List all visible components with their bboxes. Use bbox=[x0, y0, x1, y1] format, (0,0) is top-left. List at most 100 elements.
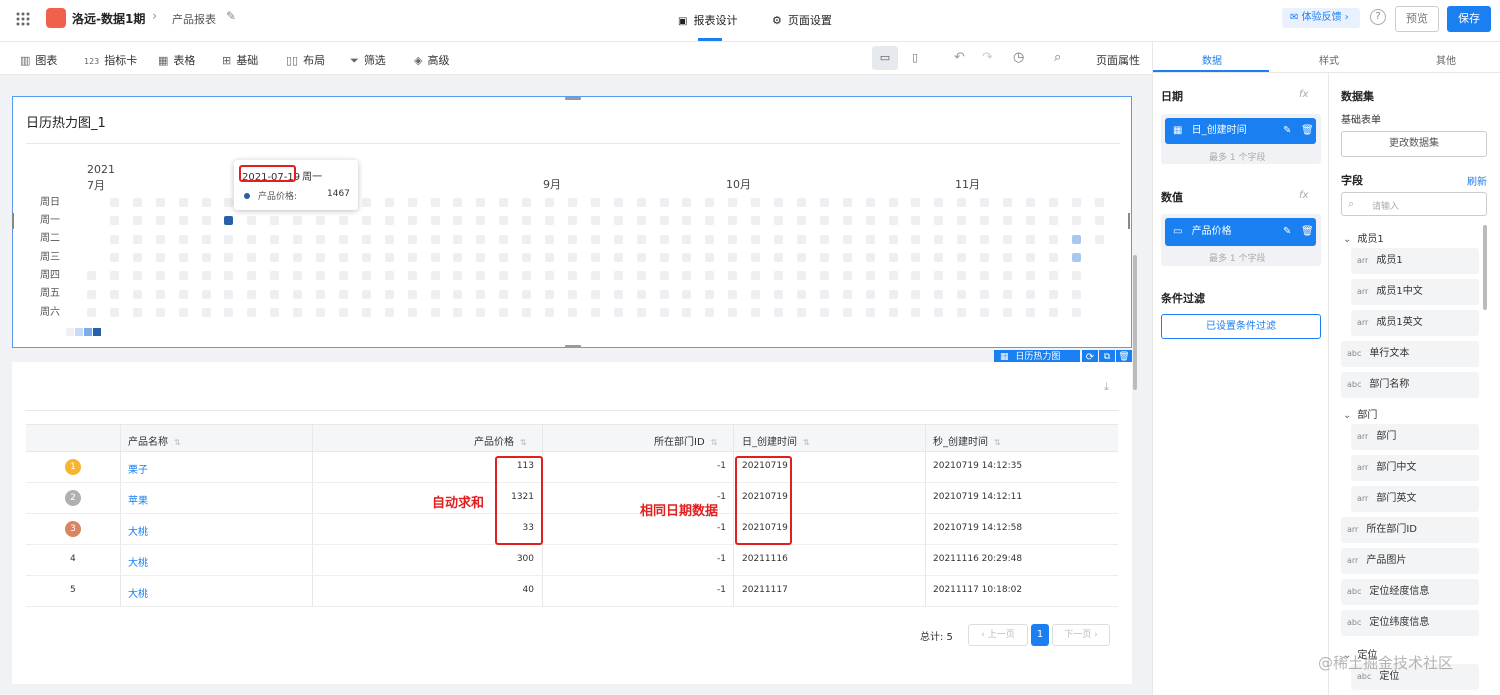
table-row[interactable]: 5 大桃 40 -1 20211117 20211117 10:18:02 bbox=[26, 576, 1118, 607]
heatmap-day-cell[interactable] bbox=[385, 308, 394, 317]
heatmap-day-cell[interactable] bbox=[247, 290, 256, 299]
heatmap-day-cell[interactable] bbox=[408, 271, 417, 280]
desktop-view-button[interactable]: ▭ bbox=[872, 46, 898, 70]
heatmap-day-cell[interactable] bbox=[431, 253, 440, 262]
edit-icon[interactable]: ✎ bbox=[1283, 118, 1291, 144]
heatmap-day-cell[interactable] bbox=[110, 290, 119, 299]
heatmap-day-cell[interactable] bbox=[728, 216, 737, 225]
heatmap-day-cell[interactable] bbox=[476, 253, 485, 262]
heatmap-day-cell[interactable] bbox=[339, 235, 348, 244]
heatmap-day-cell[interactable] bbox=[179, 235, 188, 244]
heatmap-day-cell[interactable] bbox=[339, 308, 348, 317]
heatmap-day-cell[interactable] bbox=[889, 253, 898, 262]
condition-filter-button[interactable]: 已设置条件过滤 bbox=[1161, 314, 1321, 339]
heatmap-day-cell[interactable] bbox=[568, 290, 577, 299]
redo-icon[interactable]: ↷ bbox=[982, 50, 993, 65]
heatmap-day-cell[interactable] bbox=[499, 308, 508, 317]
heatmap-day-cell[interactable] bbox=[568, 235, 577, 244]
heatmap-day-cell[interactable] bbox=[705, 290, 714, 299]
heatmap-day-cell[interactable] bbox=[751, 198, 760, 207]
heatmap-day-cell[interactable] bbox=[522, 290, 531, 299]
change-dataset-button[interactable]: 更改数据集 bbox=[1341, 131, 1487, 157]
toolbar-indicator[interactable]: 123 指标卡 bbox=[84, 52, 137, 68]
heatmap-day-cell[interactable] bbox=[751, 271, 760, 280]
heatmap-day-cell[interactable] bbox=[408, 290, 417, 299]
mobile-view-icon[interactable]: ▯ bbox=[912, 51, 918, 64]
heatmap-day-cell[interactable] bbox=[156, 235, 165, 244]
save-button[interactable]: 保存 bbox=[1447, 6, 1491, 32]
heatmap-day-cell[interactable] bbox=[797, 290, 806, 299]
undo-icon[interactable]: ↶ bbox=[954, 50, 965, 65]
heatmap-day-cell[interactable] bbox=[179, 271, 188, 280]
field-item[interactable]: arr 产品图片 bbox=[1341, 548, 1479, 574]
heatmap-day-cell[interactable] bbox=[476, 235, 485, 244]
heatmap-day-cell[interactable] bbox=[980, 253, 989, 262]
heatmap-day-cell[interactable] bbox=[889, 198, 898, 207]
heatmap-day-cell[interactable] bbox=[1049, 216, 1058, 225]
heatmap-day-cell[interactable] bbox=[270, 308, 279, 317]
heatmap-day-cell[interactable] bbox=[866, 271, 875, 280]
heatmap-day-cell[interactable] bbox=[1049, 271, 1058, 280]
heatmap-day-cell[interactable] bbox=[614, 271, 623, 280]
header-dept-id[interactable]: 所在部门ID ⇅ bbox=[654, 433, 717, 448]
heatmap-day-cell[interactable] bbox=[705, 308, 714, 317]
heatmap-day-cell[interactable] bbox=[362, 216, 371, 225]
heatmap-day-cell[interactable] bbox=[820, 198, 829, 207]
heatmap-day-cell[interactable] bbox=[797, 253, 806, 262]
heatmap-day-cell[interactable] bbox=[545, 271, 554, 280]
heatmap-day-cell[interactable] bbox=[362, 198, 371, 207]
heatmap-day-cell[interactable] bbox=[431, 235, 440, 244]
edit-icon[interactable]: ✎ bbox=[226, 9, 236, 23]
heatmap-day-cell[interactable] bbox=[408, 216, 417, 225]
heatmap-day-cell[interactable] bbox=[1049, 290, 1058, 299]
delete-icon[interactable]: 🗑 bbox=[1301, 118, 1314, 144]
field-item[interactable]: arr 成员1英文 bbox=[1351, 310, 1479, 336]
heatmap-day-cell[interactable] bbox=[293, 308, 302, 317]
heatmap-day-cell[interactable] bbox=[1072, 253, 1081, 262]
heatmap-day-cell[interactable] bbox=[637, 253, 646, 262]
heatmap-day-cell[interactable] bbox=[1003, 235, 1012, 244]
heatmap-day-cell[interactable] bbox=[934, 290, 943, 299]
field-search-input[interactable]: ⌕ 请输入 bbox=[1341, 192, 1487, 216]
heatmap-day-cell[interactable] bbox=[316, 271, 325, 280]
field-item[interactable]: abc 定位纬度信息 bbox=[1341, 610, 1479, 636]
heatmap-day-cell[interactable] bbox=[751, 235, 760, 244]
heatmap-day-cell[interactable] bbox=[522, 198, 531, 207]
date-field-chip[interactable]: ▦ 日_创建时间 ✎ 🗑 bbox=[1165, 118, 1316, 144]
heatmap-day-cell[interactable] bbox=[362, 290, 371, 299]
heatmap-day-cell[interactable] bbox=[224, 308, 233, 317]
heatmap-day-cell[interactable] bbox=[751, 308, 760, 317]
heatmap-day-cell[interactable] bbox=[522, 308, 531, 317]
heatmap-day-cell[interactable] bbox=[522, 271, 531, 280]
toolbar-layout[interactable]: ▯▯ 布局 bbox=[286, 52, 325, 68]
heatmap-day-cell[interactable] bbox=[499, 253, 508, 262]
heatmap-day-cell[interactable] bbox=[202, 253, 211, 262]
field-item[interactable]: arr 所在部门ID bbox=[1341, 517, 1479, 543]
heatmap-day-cell[interactable] bbox=[476, 216, 485, 225]
heatmap-day-cell[interactable] bbox=[866, 290, 875, 299]
refresh-link[interactable]: 刷新 bbox=[1467, 173, 1487, 188]
heatmap-day-cell[interactable] bbox=[156, 253, 165, 262]
heatmap-day-cell[interactable] bbox=[1026, 308, 1035, 317]
heatmap-day-cell[interactable] bbox=[431, 271, 440, 280]
heatmap-day-cell[interactable] bbox=[499, 198, 508, 207]
heatmap-day-cell[interactable] bbox=[843, 216, 852, 225]
heatmap-day-cell[interactable] bbox=[1026, 198, 1035, 207]
heatmap-day-cell[interactable] bbox=[1049, 198, 1058, 207]
heatmap-day-cell[interactable] bbox=[316, 253, 325, 262]
page-properties-button[interactable]: 页面属性 bbox=[1096, 52, 1140, 68]
heatmap-day-cell[interactable] bbox=[247, 308, 256, 317]
heatmap-day-cell[interactable] bbox=[682, 216, 691, 225]
heatmap-day-cell[interactable] bbox=[889, 235, 898, 244]
download-icon[interactable]: ⤓ bbox=[1104, 380, 1109, 394]
table-row[interactable]: 4 大桃 300 -1 20211116 20211116 20:29:48 bbox=[26, 545, 1118, 576]
heatmap-day-cell[interactable] bbox=[682, 253, 691, 262]
heatmap-day-cell[interactable] bbox=[224, 253, 233, 262]
heatmap-day-cell[interactable] bbox=[545, 235, 554, 244]
heatmap-day-cell[interactable] bbox=[293, 216, 302, 225]
heatmap-day-cell[interactable] bbox=[728, 308, 737, 317]
field-item[interactable]: abc 定位经度信息 bbox=[1341, 579, 1479, 605]
heatmap-day-cell[interactable] bbox=[453, 253, 462, 262]
heatmap-day-cell[interactable] bbox=[545, 198, 554, 207]
heatmap-day-cell[interactable] bbox=[1095, 235, 1104, 244]
